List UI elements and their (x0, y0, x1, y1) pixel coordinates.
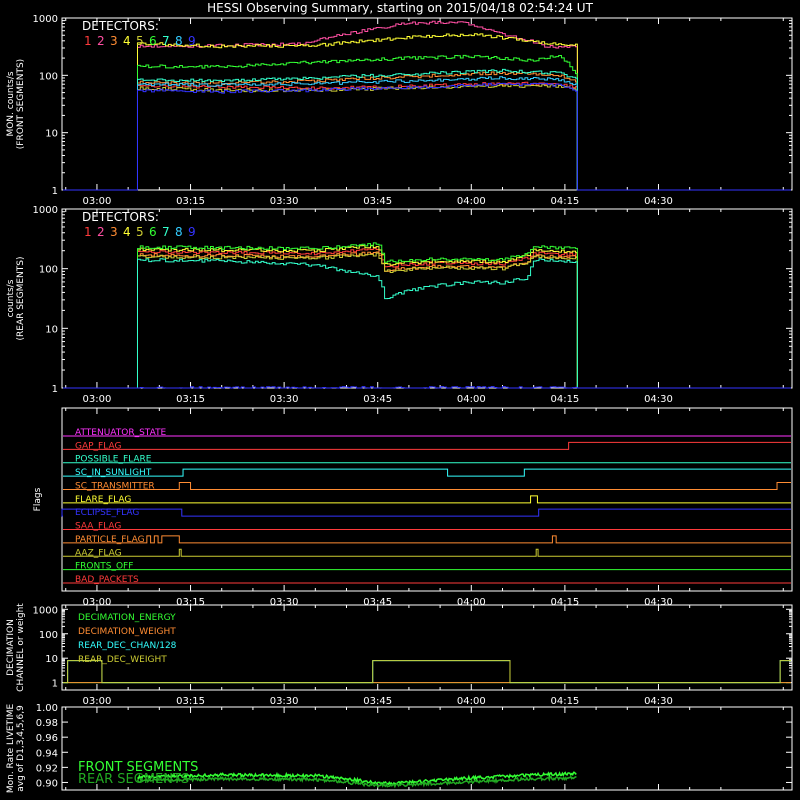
flag-label: ATTENUATOR_STATE (75, 428, 167, 438)
legend-title: DETECTORS: (82, 210, 159, 224)
x-tick-label: 04:00 (457, 394, 486, 405)
legend-detector-number: 7 (162, 34, 170, 48)
x-tick-label: 04:30 (644, 196, 673, 207)
x-tick-label: 03:15 (176, 696, 205, 707)
y-axis-label: MON. counts/s (6, 71, 16, 136)
flag-label: AAZ_FLAG (75, 548, 122, 558)
y-tick-label: 10 (45, 654, 58, 665)
x-tick-label: 04:15 (550, 196, 579, 207)
x-tick-label: 03:45 (363, 394, 392, 405)
y-tick-label: 10 (45, 324, 58, 335)
y-tick-label: 0.94 (36, 748, 58, 759)
y-tick-label: 0.98 (36, 718, 58, 729)
legend-detector-number: 6 (149, 225, 157, 239)
y-tick-label: 0.96 (36, 733, 58, 744)
legend-detector-number: 8 (175, 34, 183, 48)
flag-label: SAA_FLAG (75, 522, 121, 532)
x-tick-label: 03:15 (176, 394, 205, 405)
legend-detector-number: 3 (110, 34, 118, 48)
flag-label: FRONTS_OFF (75, 562, 133, 572)
flag-label: POSSIBLE_FLARE (75, 455, 152, 465)
legend-detector-number: 9 (188, 34, 196, 48)
y-tick-label: 100 (39, 265, 58, 276)
y-tick-label: 10 (45, 129, 58, 140)
x-tick-label: 03:00 (83, 696, 112, 707)
y-axis-label-secondary: (REAR SEGMENTS) (16, 256, 26, 340)
x-tick-label: 04:30 (644, 696, 673, 707)
y-axis-label: counts/s (6, 279, 16, 317)
legend-detector-number: 8 (175, 225, 183, 239)
legend-detector-number: 1 (84, 225, 92, 239)
decimation-legend-label: DECIMATION_ENERGY (78, 613, 176, 623)
y-tick-label: 1 (52, 384, 58, 395)
y-tick-label: 1 (52, 186, 58, 197)
flag-label: SC_IN_SUNLIGHT (75, 468, 152, 478)
y-tick-label: 100 (39, 630, 58, 641)
x-tick-label: 04:30 (644, 394, 673, 405)
y-axis-label: Mon. Rate LIVETIME (6, 704, 16, 794)
x-tick-label: 04:15 (550, 696, 579, 707)
legend-detector-number: 7 (162, 225, 170, 239)
legend-detector-number: 6 (149, 34, 157, 48)
hessi-observing-summary-chart: HESSI Observing Summary, starting on 201… (0, 0, 800, 800)
legend-detector-number: 2 (97, 225, 105, 239)
flag-label: ECLIPSE_FLAG (75, 508, 139, 518)
flag-label: FLARE_FLAG (75, 495, 131, 505)
y-tick-label: 1000 (33, 205, 58, 216)
y-tick-label: 1 (52, 679, 58, 690)
x-tick-label: 03:00 (83, 196, 112, 207)
y-axis-label: Flags (33, 487, 43, 511)
x-tick-label: 03:45 (363, 196, 392, 207)
flag-label: SC_TRANSMITTER (75, 481, 155, 491)
y-tick-label: 1.00 (36, 703, 58, 714)
x-tick-label: 03:00 (83, 394, 112, 405)
decimation-legend-label: REAR_DEC_WEIGHT (78, 655, 167, 665)
y-tick-label: 0.92 (36, 763, 58, 774)
legend-detector-number: 9 (188, 225, 196, 239)
y-tick-label: 0.90 (36, 778, 58, 789)
flag-label: GAP_FLAG (75, 441, 121, 451)
x-tick-label: 04:15 (550, 394, 579, 405)
y-axis-label: DECIMATION (6, 619, 16, 676)
x-tick-label: 03:30 (270, 696, 299, 707)
legend-detector-number: 3 (110, 225, 118, 239)
legend-detector-number: 5 (136, 34, 144, 48)
decimation-legend-label: DECIMATION_WEIGHT (78, 627, 176, 637)
x-tick-label: 04:00 (457, 696, 486, 707)
x-tick-label: 03:30 (270, 196, 299, 207)
decimation-legend-label: REAR_DEC_CHAN/128 (78, 641, 177, 651)
x-tick-label: 03:15 (176, 196, 205, 207)
legend-detector-number: 2 (97, 34, 105, 48)
flag-label: PARTICLE_FLAG (75, 535, 145, 545)
legend-detector-number: 4 (123, 34, 131, 48)
legend-detector-number: 5 (136, 225, 144, 239)
x-tick-label: 03:45 (363, 696, 392, 707)
legend-detector-number: 4 (123, 225, 131, 239)
y-tick-label: 1000 (33, 14, 58, 25)
y-axis-label-secondary: avg of D1,3,4,5,6,9 (16, 705, 26, 792)
y-axis-label-secondary: CHANNEL or weight (16, 603, 26, 692)
x-tick-label: 03:30 (270, 394, 299, 405)
y-tick-label: 100 (39, 71, 58, 82)
y-axis-label-secondary: (FRONT SEGMENTS) (16, 59, 26, 149)
chart-title: HESSI Observing Summary, starting on 201… (207, 1, 593, 15)
flag-label: BAD_PACKETS (75, 575, 139, 585)
legend-title: DETECTORS: (82, 19, 159, 33)
y-tick-label: 1000 (33, 605, 58, 616)
legend-detector-number: 1 (84, 34, 92, 48)
x-tick-label: 04:00 (457, 196, 486, 207)
livetime-legend-rear: REAR SEGMENTS (78, 772, 189, 787)
